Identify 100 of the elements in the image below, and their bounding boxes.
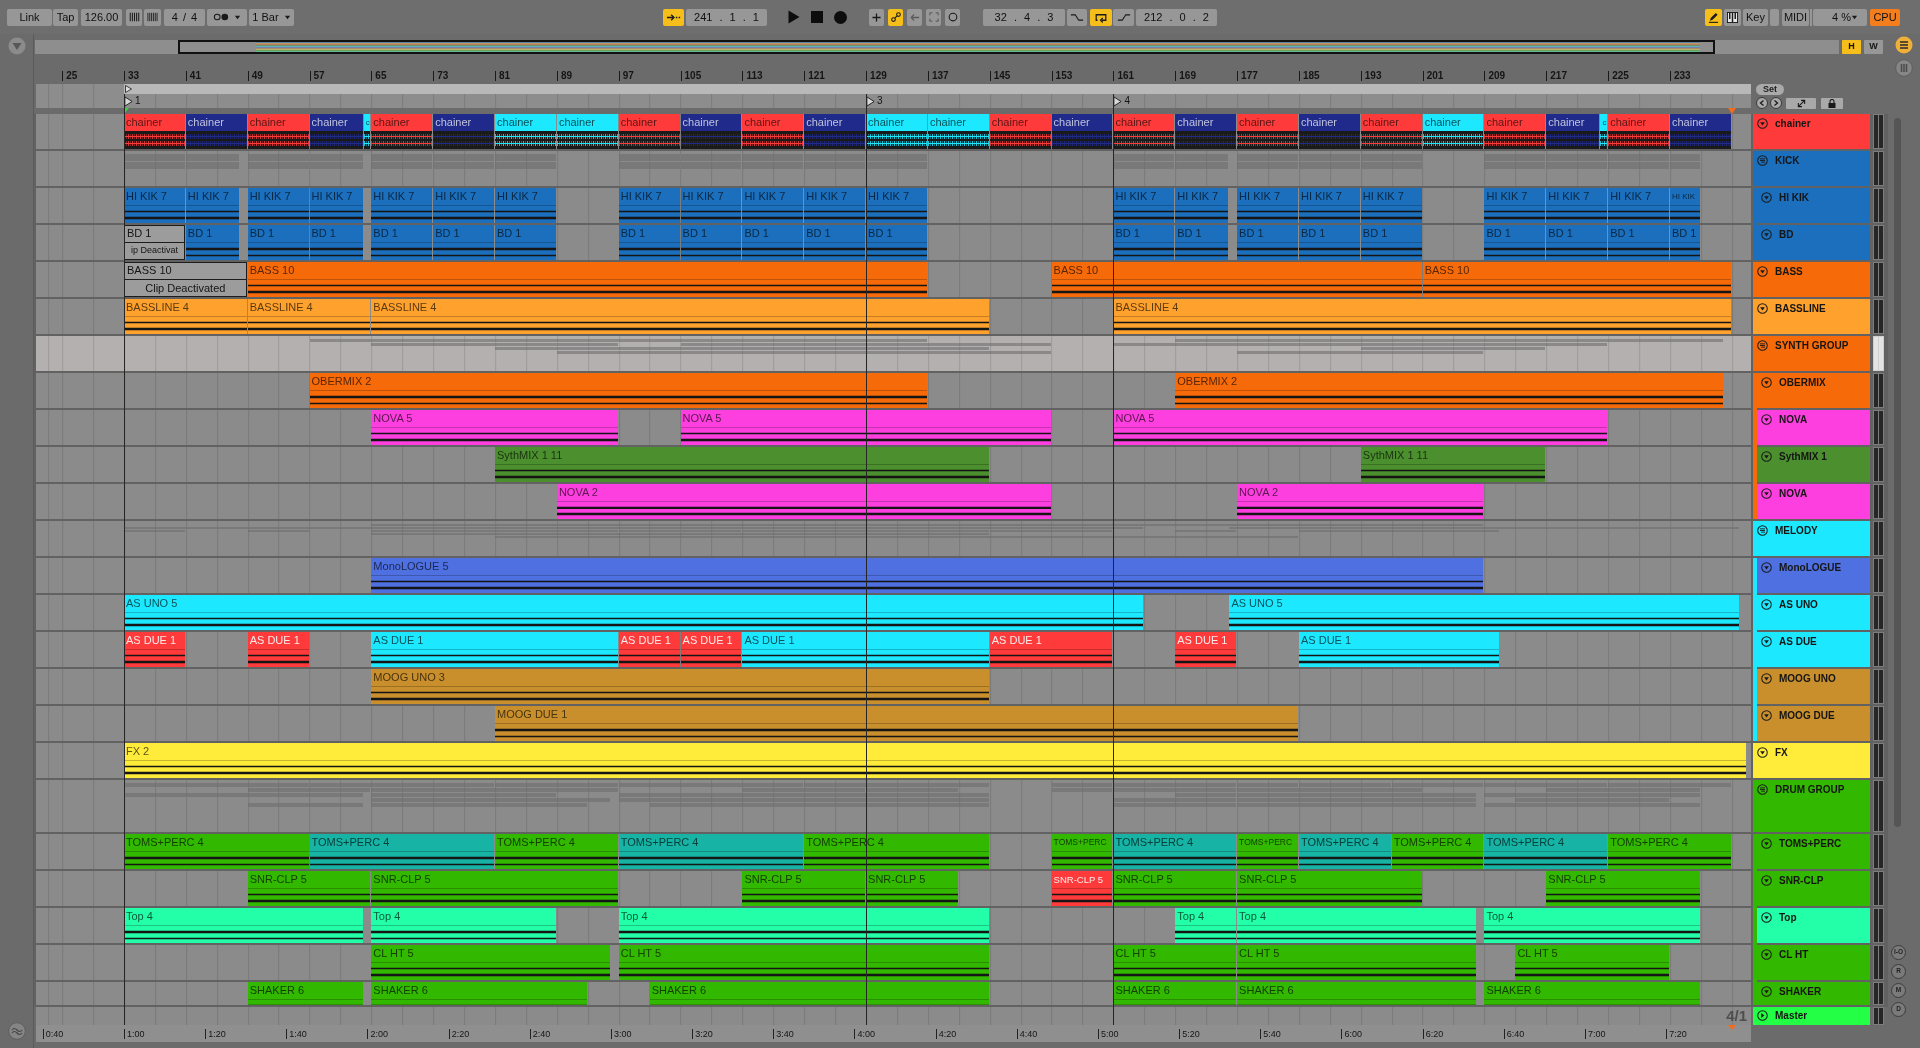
audio-clip[interactable]: Top 4 <box>1237 908 1476 943</box>
audio-clip[interactable]: TOMS+PERC 4 <box>1298 834 1391 869</box>
audio-clip[interactable]: chainer <box>1113 114 1175 149</box>
circled-lines-icon[interactable] <box>1757 340 1768 351</box>
vertical-lines-icon[interactable] <box>1895 59 1913 77</box>
loop-button[interactable] <box>1090 8 1112 26</box>
track-header[interactable]: MonoLOGUE <box>1757 558 1870 593</box>
audio-clip[interactable]: BD 1 <box>1360 225 1422 260</box>
view-toggle-button[interactable]: H <box>1842 40 1861 54</box>
audio-clip[interactable]: chainer <box>927 114 989 149</box>
audio-clip[interactable]: Top 4 <box>371 908 556 943</box>
audio-clip[interactable]: HI KIK 7 <box>495 188 556 223</box>
track-header[interactable]: Top <box>1757 908 1870 943</box>
audio-clip[interactable]: SythMIX 1 11 <box>1360 447 1546 482</box>
track-header[interactable]: AS DUE <box>1757 632 1870 667</box>
audio-clip[interactable]: chainer <box>866 114 927 149</box>
audio-clip[interactable]: BD 1 <box>1113 225 1175 260</box>
key-map-button[interactable]: Key <box>1743 8 1768 26</box>
audio-clip[interactable]: HI KIK 7 <box>1360 188 1422 223</box>
audio-clip[interactable]: chainer <box>1484 114 1546 149</box>
audio-clip[interactable]: SHAKER 6 <box>371 982 587 1005</box>
audio-clip[interactable]: AS DUE 1 <box>1298 632 1499 667</box>
audio-clip[interactable]: SNR-CLP 5 <box>866 871 958 906</box>
song-position-field[interactable]: 241 . 1 . 1 <box>686 8 767 26</box>
record-icon[interactable] <box>834 10 847 24</box>
track-header[interactable]: BASSLINE <box>1753 299 1870 334</box>
audio-clip[interactable]: BASS 10 <box>247 262 927 297</box>
audio-clip[interactable]: chainer <box>618 114 680 149</box>
right-arrow-icon[interactable] <box>1770 97 1782 109</box>
audio-clip[interactable]: AS DUE 1 <box>742 632 989 667</box>
audio-clip[interactable]: SHAKER 6 <box>247 982 363 1005</box>
audio-clip[interactable]: BASSLINE 4 <box>371 299 989 334</box>
audio-clip[interactable]: HI KIK <box>1670 188 1700 223</box>
track-header[interactable]: OBERMIX <box>1757 373 1870 408</box>
audio-clip[interactable]: c <box>363 114 371 149</box>
audio-clip[interactable]: OBERMIX 2 <box>309 373 927 408</box>
audio-clip[interactable]: HI KIK 7 <box>309 188 363 223</box>
audio-clip[interactable]: chainer <box>1175 114 1237 149</box>
audio-clip[interactable]: TOMS+PERC 4 <box>495 834 618 869</box>
audio-clip[interactable]: HI KIK 7 <box>1113 188 1175 223</box>
audio-clip[interactable]: BD 1 <box>433 225 494 260</box>
audio-clip[interactable]: chainer <box>1237 114 1298 149</box>
audio-clip[interactable]: BD 1 <box>1298 225 1360 260</box>
audio-clip[interactable]: AS UNO 5 <box>1229 595 1739 630</box>
audio-clip[interactable]: SNR-CLP 5 <box>1113 871 1237 906</box>
audio-clip[interactable]: AS DUE 1 <box>618 632 680 667</box>
circled-lines-icon[interactable] <box>1757 525 1768 536</box>
audio-clip[interactable]: chainer <box>556 114 618 149</box>
audio-clip[interactable]: HI KIK 7 <box>124 188 185 223</box>
audio-clip[interactable]: BD 1 <box>804 225 866 260</box>
menu-icon[interactable] <box>1895 36 1913 54</box>
circle-toggle-button[interactable] <box>945 8 960 26</box>
audio-clip[interactable]: chainer <box>1670 114 1731 149</box>
link-button[interactable]: Link <box>7 8 52 26</box>
audio-clip[interactable]: HI KIK 7 <box>371 188 433 223</box>
audio-clip[interactable]: SNR-CLP 5 <box>247 871 371 906</box>
play-icon[interactable] <box>788 10 800 24</box>
audio-clip[interactable]: HI KIK 7 <box>1175 188 1229 223</box>
audio-clip[interactable]: chainer <box>1360 114 1422 149</box>
circled-lines-icon[interactable] <box>1757 784 1768 795</box>
audio-clip[interactable]: SHAKER 6 <box>1484 982 1700 1005</box>
nudge-down-button[interactable] <box>126 8 142 26</box>
punch-in-button[interactable] <box>1067 8 1087 26</box>
track-header[interactable]: TOMS+PERC <box>1757 834 1870 869</box>
audio-clip[interactable]: FX 2 <box>124 743 1747 778</box>
audio-clip[interactable]: chainer <box>742 114 804 149</box>
audio-clip[interactable]: CL HT 5 <box>1515 945 1669 980</box>
lock-button[interactable] <box>1821 97 1843 109</box>
audio-clip[interactable]: AS DUE 1 <box>680 632 742 667</box>
track-header[interactable]: BD <box>1757 225 1870 260</box>
set-button[interactable]: Set <box>1756 84 1784 95</box>
audio-clip[interactable]: CL HT 5 <box>371 945 610 980</box>
audio-clip[interactable]: NOVA 2 <box>556 484 1051 519</box>
audio-clip[interactable]: chainer <box>247 114 309 149</box>
audio-clip[interactable]: SNR-CLP 5 <box>371 871 618 906</box>
audio-clip[interactable]: HI KIK 7 <box>1484 188 1546 223</box>
audio-clip[interactable]: BD 1 <box>1608 225 1669 260</box>
audio-clip[interactable]: chainer <box>680 114 742 149</box>
audio-clip[interactable]: TOMS+PERC <box>1237 834 1298 869</box>
wave-icon[interactable] <box>7 1022 26 1040</box>
audio-clip[interactable]: BASS 10 Clip Deactivated <box>124 262 247 297</box>
follow-button[interactable] <box>663 8 684 26</box>
audio-clip[interactable]: BD 1 <box>1237 225 1298 260</box>
audio-clip[interactable]: NOVA 5 <box>1113 410 1608 445</box>
locator-marker[interactable]: 3 <box>866 95 883 107</box>
track-header[interactable]: SNR-CLP <box>1757 871 1870 906</box>
audio-clip[interactable]: SNR-CLP 5 <box>1237 871 1422 906</box>
audio-clip[interactable]: TOMS+PERC <box>1051 834 1113 869</box>
quantization-dropdown[interactable]: 1 Bar <box>249 8 294 26</box>
expand-button[interactable] <box>1786 97 1816 109</box>
audio-clip[interactable]: AS DUE 1 <box>989 632 1113 667</box>
audio-clip[interactable]: BD 1 <box>1175 225 1229 260</box>
track-header[interactable]: HI KIK <box>1757 188 1870 223</box>
audio-clip[interactable]: MOOG UNO 3 <box>371 669 989 704</box>
audio-clip[interactable]: SHAKER 6 <box>1237 982 1476 1005</box>
audio-clip[interactable]: HI KIK 7 <box>1546 188 1608 223</box>
audio-clip[interactable]: CL HT 5 <box>618 945 989 980</box>
track-header[interactable]: chainer <box>1753 114 1870 149</box>
nudge-up-button[interactable] <box>144 8 161 26</box>
audio-clip[interactable]: BASSLINE 4 <box>124 299 247 334</box>
